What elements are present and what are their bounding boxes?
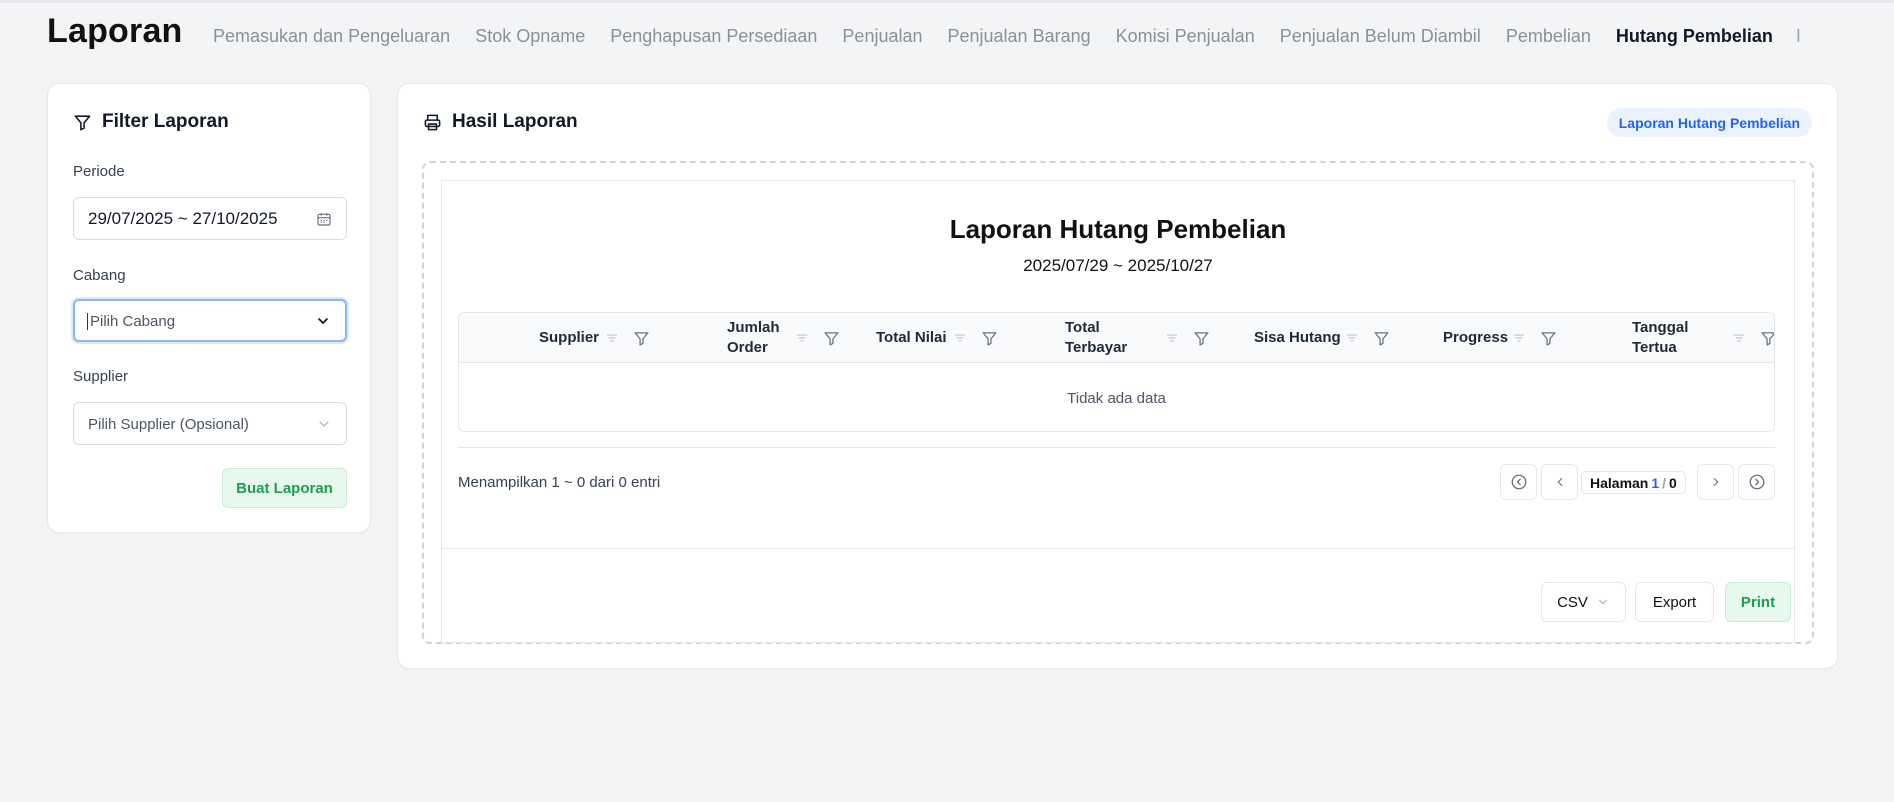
- filter-icon[interactable]: [633, 330, 650, 347]
- column-header-sisa-hutang[interactable]: Sisa Hutang: [1254, 313, 1390, 363]
- supplier-label: Supplier: [73, 368, 129, 385]
- export-format-select[interactable]: CSV: [1541, 582, 1626, 622]
- column-header-tanggal-tertua[interactable]: Tanggal Tertua: [1632, 313, 1775, 363]
- supplier-select[interactable]: Pilih Supplier (Opsional): [73, 402, 347, 445]
- tab-pembelian[interactable]: Pembelian: [1506, 26, 1591, 47]
- sheet-footer-divider: [442, 548, 1794, 549]
- filter-icon[interactable]: [1540, 330, 1557, 347]
- top-border: [0, 0, 1894, 3]
- table-header: Supplier Jumlah Order Total Nilai Total …: [459, 313, 1774, 363]
- period-date-range-input[interactable]: 29/07/2025 ~ 27/10/2025: [73, 197, 347, 240]
- report-type-badge: Laporan Hutang Pembelian: [1606, 108, 1812, 137]
- column-header-jumlah-order[interactable]: Jumlah Order: [727, 313, 840, 363]
- prev-page-button[interactable]: [1541, 464, 1578, 500]
- first-page-button[interactable]: [1500, 464, 1537, 500]
- print-button[interactable]: Print: [1725, 582, 1791, 622]
- first-page-icon: [1511, 474, 1526, 490]
- chevron-down-icon: [319, 420, 329, 427]
- page-title: Laporan: [47, 12, 183, 50]
- report-sheet: Laporan Hutang Pembelian 2025/07/29 ~ 20…: [441, 180, 1795, 643]
- tab-penjualan[interactable]: Penjualan: [842, 26, 922, 47]
- filter-icon[interactable]: [1373, 330, 1390, 347]
- filter-panel-title: Filter Laporan: [102, 111, 229, 132]
- tab-penghapusan-persediaan[interactable]: Penghapusan Persediaan: [610, 26, 817, 47]
- filter-icon[interactable]: [1760, 330, 1775, 347]
- column-header-total-nilai[interactable]: Total Nilai: [876, 313, 998, 363]
- chevron-down-icon: [1598, 599, 1608, 605]
- filter-icon: [74, 114, 91, 130]
- branch-placeholder: Pilih Cabang: [87, 312, 176, 330]
- entries-summary: Menampilkan 1 ~ 0 dari 0 entri: [458, 474, 661, 491]
- next-page-button[interactable]: [1697, 464, 1734, 500]
- filter-icon[interactable]: [823, 330, 840, 347]
- tab-pemasukan-pengeluaran[interactable]: Pemasukan dan Pengeluaran: [213, 26, 450, 47]
- filter-icon[interactable]: [1193, 330, 1210, 347]
- column-header-total-terbayar[interactable]: Total Terbayar: [1065, 313, 1210, 363]
- column-header-progress[interactable]: Progress: [1443, 313, 1557, 363]
- empty-table-message: Tidak ada data: [1067, 389, 1166, 407]
- filter-panel: Filter Laporan Periode 29/07/2025 ~ 27/1…: [47, 83, 371, 533]
- last-page-icon: [1749, 474, 1764, 490]
- calendar-icon: [317, 212, 331, 226]
- export-button[interactable]: Export: [1635, 582, 1714, 622]
- pagination-divider: [458, 447, 1775, 448]
- tab-stok-opname[interactable]: Stok Opname: [475, 26, 585, 47]
- tab-overflow-indicator[interactable]: I: [1796, 26, 1801, 47]
- sort-icon[interactable]: [1512, 331, 1526, 345]
- sort-icon[interactable]: [605, 331, 619, 345]
- result-panel: Hasil Laporan Laporan Hutang Pembelian L…: [397, 83, 1838, 669]
- printer-icon: [424, 114, 441, 130]
- sort-icon[interactable]: [1345, 331, 1359, 345]
- column-header-supplier[interactable]: Supplier: [539, 313, 650, 363]
- create-report-button[interactable]: Buat Laporan: [222, 468, 347, 508]
- sort-icon[interactable]: [953, 331, 967, 345]
- branch-select[interactable]: Pilih Cabang: [73, 299, 347, 342]
- filter-panel-header: Filter Laporan: [73, 111, 229, 133]
- tab-hutang-pembelian[interactable]: Hutang Pembelian: [1616, 26, 1773, 47]
- report-date-range: 2025/07/29 ~ 2025/10/27: [1023, 256, 1213, 275]
- tab-penjualan-belum-diambil[interactable]: Penjualan Belum Diambil: [1280, 26, 1481, 47]
- last-page-button[interactable]: [1738, 464, 1775, 500]
- sort-icon[interactable]: [1165, 331, 1179, 345]
- chevron-left-icon: [1557, 477, 1562, 487]
- period-label: Periode: [73, 163, 125, 180]
- supplier-placeholder: Pilih Supplier (Opsional): [88, 415, 249, 433]
- branch-label: Cabang: [73, 267, 126, 284]
- tab-penjualan-barang[interactable]: Penjualan Barang: [948, 26, 1091, 47]
- chevron-right-icon: [1713, 477, 1718, 487]
- report-table: Supplier Jumlah Order Total Nilai Total …: [458, 312, 1775, 432]
- result-panel-header: Hasil Laporan: [423, 111, 578, 133]
- sort-icon[interactable]: [1732, 331, 1746, 345]
- period-value: 29/07/2025 ~ 27/10/2025: [88, 208, 278, 228]
- page-indicator: Halaman 1 / 0: [1581, 471, 1686, 494]
- report-tabs: Pemasukan dan Pengeluaran Stok Opname Pe…: [213, 26, 1801, 47]
- sort-icon[interactable]: [795, 331, 809, 345]
- filter-icon[interactable]: [981, 330, 998, 347]
- result-panel-title: Hasil Laporan: [452, 111, 578, 132]
- report-title: Laporan Hutang Pembelian: [949, 214, 1287, 244]
- tab-komisi-penjualan[interactable]: Komisi Penjualan: [1116, 26, 1255, 47]
- report-preview-area: Laporan Hutang Pembelian 2025/07/29 ~ 20…: [422, 161, 1814, 644]
- chevron-down-icon: [318, 317, 328, 324]
